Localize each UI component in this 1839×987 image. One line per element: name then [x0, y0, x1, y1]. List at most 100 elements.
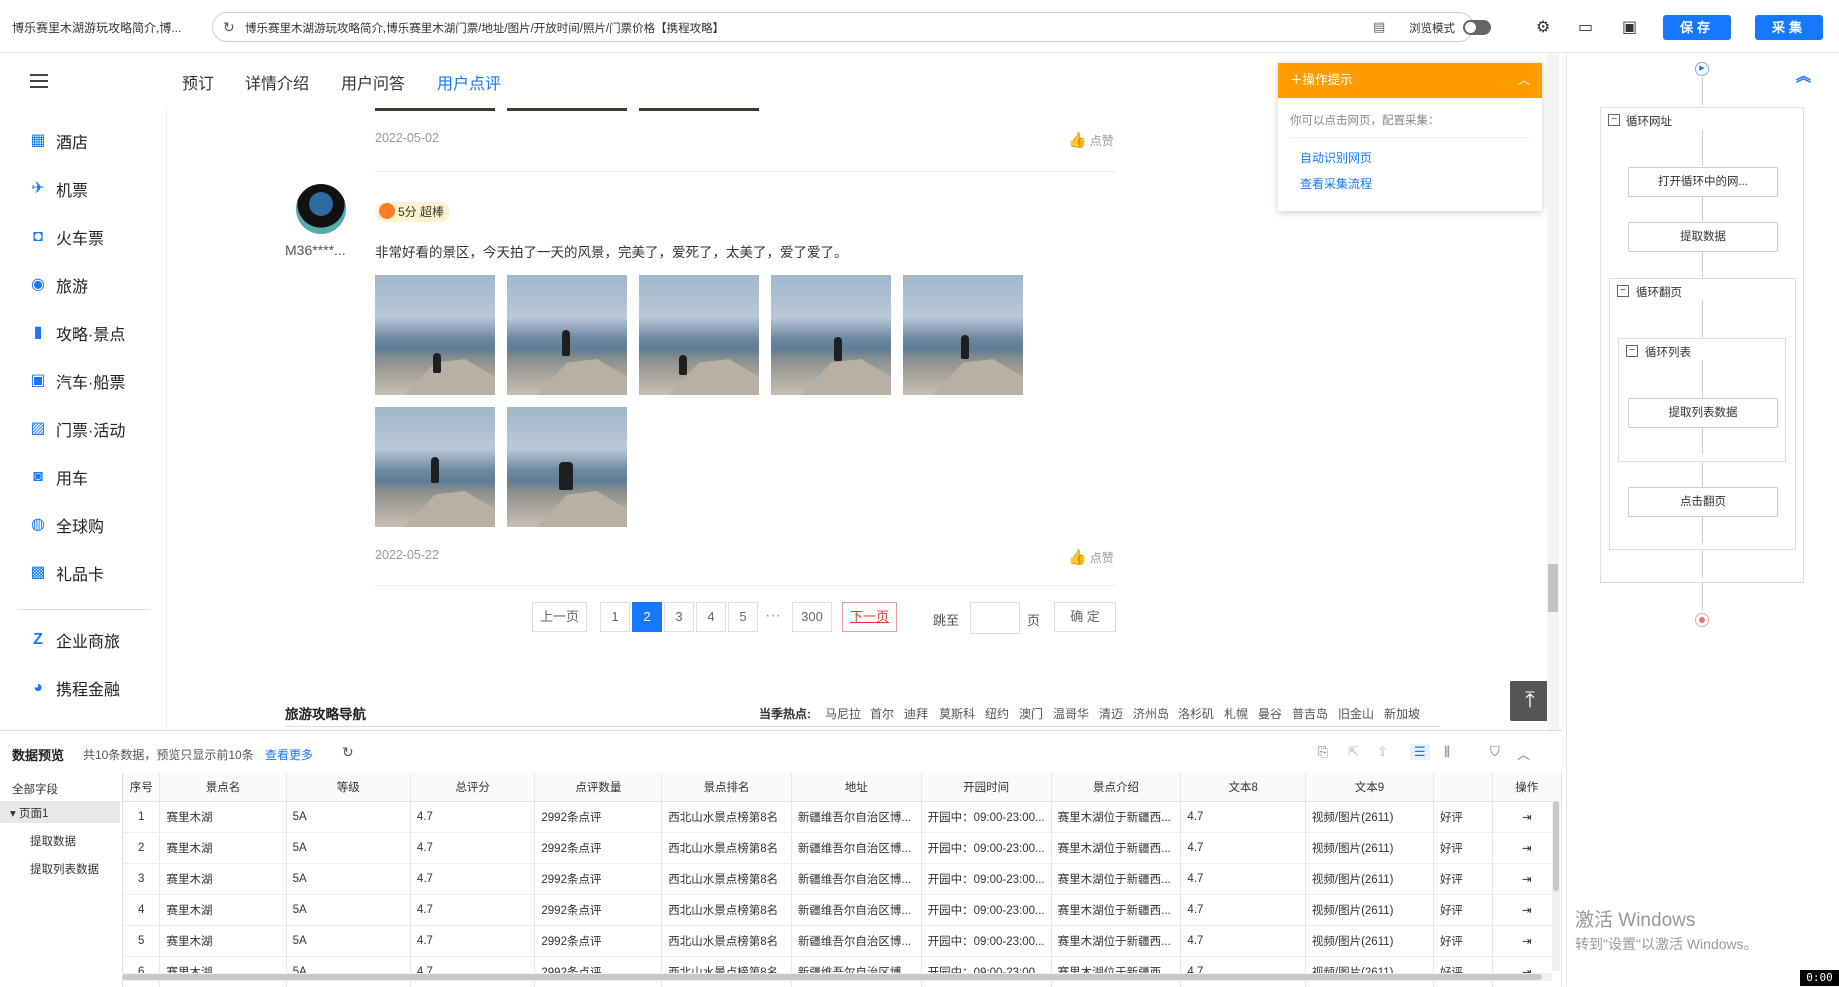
tab-reviews[interactable]: 用户点评: [437, 70, 501, 94]
like-button[interactable]: 👍 点赞: [1068, 131, 1114, 149]
table-cell[interactable]: 4.7: [1180, 832, 1306, 864]
column-header[interactable]: 等级: [286, 773, 411, 802]
filter-icon[interactable]: ⛉: [1490, 744, 1500, 760]
hot-item[interactable]: 清迈: [1099, 705, 1123, 722]
tree-all-fields[interactable]: 全部字段: [12, 781, 58, 797]
table-cell[interactable]: 赛里木湖位于新疆西...: [1051, 894, 1182, 926]
table-cell[interactable]: 好评: [1433, 863, 1493, 895]
column-header[interactable]: 操作: [1492, 773, 1562, 802]
flow-node-extract-list[interactable]: 提取列表数据: [1628, 398, 1778, 428]
table-cell[interactable]: 视频/图片(2611): [1305, 925, 1434, 957]
table-cell[interactable]: 5: [123, 925, 161, 957]
table-cell[interactable]: 西北山水景点榜第8名: [661, 894, 792, 926]
page-button[interactable]: 3: [664, 602, 694, 632]
hot-item[interactable]: 温哥华: [1053, 705, 1089, 722]
table-v-scrollbar[interactable]: [1552, 801, 1560, 971]
tree-extract-list[interactable]: 提取列表数据: [30, 861, 99, 877]
review-photo[interactable]: [639, 275, 759, 395]
table-cell[interactable]: 好评: [1433, 801, 1493, 833]
hot-item[interactable]: 莫斯科: [939, 705, 975, 722]
hot-item[interactable]: 札幌: [1224, 705, 1248, 722]
table-cell[interactable]: 西北山水景点榜第8名: [661, 801, 792, 833]
content-scrollbar[interactable]: [1547, 54, 1559, 730]
view-flow-link[interactable]: 查看采集流程: [1300, 175, 1372, 192]
table-cell[interactable]: 西北山水景点榜第8名: [661, 863, 792, 895]
table-cell[interactable]: 2992条点评: [534, 832, 663, 864]
nav-item-train[interactable]: ◘ 火车票: [28, 225, 104, 249]
table-cell[interactable]: 赛里木湖: [159, 801, 287, 833]
table-cell[interactable]: 赛里木湖: [159, 863, 287, 895]
table-cell[interactable]: 4.7: [410, 894, 536, 926]
table-cell[interactable]: 赛里木湖位于新疆西...: [1051, 801, 1182, 833]
page-button[interactable]: 5: [728, 602, 758, 632]
table-cell[interactable]: 开园中：09:00-23:00...: [921, 894, 1052, 926]
table-cell[interactable]: 赛里木湖: [159, 894, 287, 926]
table-row[interactable]: 6赛里木湖5A4.72992条点评西北山水景点榜第8名新疆维吾尔自治区博...开…: [123, 956, 1562, 987]
hot-item[interactable]: 纽约: [985, 705, 1009, 722]
tips-header[interactable]: ＋操作提示 ︿: [1278, 63, 1542, 98]
table-cell[interactable]: 赛里木湖: [159, 925, 287, 957]
table-cell[interactable]: 好评: [1433, 956, 1493, 987]
hot-item[interactable]: 迪拜: [904, 705, 928, 722]
page-button[interactable]: 4: [696, 602, 726, 632]
column-header[interactable]: 景点介绍: [1051, 773, 1182, 802]
jump-page-input[interactable]: [970, 602, 1020, 634]
collect-button[interactable]: 采集: [1755, 15, 1823, 40]
table-cell[interactable]: 4.7: [1180, 863, 1306, 895]
table-cell[interactable]: 开园中：09:00-23:00...: [921, 801, 1052, 833]
table-cell[interactable]: 好评: [1433, 925, 1493, 957]
page-button-current[interactable]: 2: [632, 602, 662, 632]
review-photo[interactable]: [375, 407, 495, 527]
table-h-scrollbar[interactable]: [122, 973, 1552, 981]
table-cell[interactable]: 好评: [1433, 894, 1493, 926]
nav-item-giftcard[interactable]: ▩ 礼品卡: [28, 561, 104, 585]
collapse-icon[interactable]: −: [1617, 285, 1629, 297]
nav-item-business[interactable]: Z 企业商旅: [28, 628, 120, 652]
scrollbar-thumb[interactable]: [1548, 564, 1558, 612]
table-cell[interactable]: 赛里木湖位于新疆西...: [1051, 925, 1182, 957]
table-cell[interactable]: 5A: [286, 925, 411, 957]
flow-node-extract[interactable]: 提取数据: [1628, 222, 1778, 252]
table-cell[interactable]: 好评: [1433, 832, 1493, 864]
review-photo[interactable]: [507, 407, 627, 527]
flow-node-click-page[interactable]: 点击翻页: [1628, 487, 1778, 517]
table-cell[interactable]: 5A: [286, 832, 411, 864]
table-cell[interactable]: 视频/图片(2611): [1305, 863, 1434, 895]
table-cell[interactable]: 5A: [286, 894, 411, 926]
table-cell[interactable]: 5A: [286, 956, 411, 987]
review-photo[interactable]: [375, 108, 495, 111]
url-text[interactable]: 博乐赛里木湖游玩攻略简介,博乐赛里木湖门票/地址/图片/开放时间/照片/门票价格…: [245, 20, 724, 36]
table-row[interactable]: 5 赛里木湖 5A 4.7 2992条点评 西北山水景点榜第8名 新疆维吾尔自治区博... 开…: [123, 925, 1562, 957]
page-info-icon[interactable]: ▤: [1373, 19, 1385, 35]
table-cell[interactable]: 视频/图片(2611): [1305, 894, 1434, 926]
table-cell[interactable]: 2992条点评: [534, 863, 663, 895]
table-cell[interactable]: 西北山水景点榜第8名: [661, 925, 792, 957]
column-header[interactable]: 点评数量: [534, 773, 663, 802]
table-cell[interactable]: 开园中：09:00-23:00...: [921, 925, 1052, 957]
reload-icon[interactable]: ↻: [223, 19, 239, 35]
table-cell[interactable]: 4.7: [1180, 956, 1306, 987]
chevron-up-icon[interactable]: ︿: [1518, 63, 1530, 98]
table-row[interactable]: 2 赛里木湖 5A 4.7 2992条点评 西北山水景点榜第8名 新疆维吾尔自治区博... 开…: [123, 832, 1562, 864]
nav-item-ticket[interactable]: ▨ 门票·活动: [28, 417, 125, 441]
like-button[interactable]: 👍 点赞: [1068, 548, 1114, 566]
table-cell[interactable]: 新疆维吾尔自治区博...: [791, 956, 922, 987]
play-icon[interactable]: ▶: [1695, 62, 1709, 76]
nav-item-flight[interactable]: ✈ 机票: [28, 177, 88, 201]
table-cell[interactable]: 2992条点评: [534, 894, 663, 926]
export-icon[interactable]: ⎘: [1318, 744, 1328, 760]
nav-item-car[interactable]: ◙ 用车: [28, 465, 88, 489]
nav-item-global[interactable]: ◍ 全球购: [28, 513, 104, 537]
hot-item[interactable]: 曼谷: [1258, 705, 1282, 722]
tab-details[interactable]: 详情介绍: [245, 70, 309, 94]
prev-page-button[interactable]: 上一页: [532, 602, 587, 632]
column-header[interactable]: 景点名: [159, 773, 287, 802]
review-photo[interactable]: [639, 108, 759, 111]
hot-item[interactable]: 马尼拉: [825, 705, 861, 722]
hot-item[interactable]: 济州岛: [1133, 705, 1169, 722]
hot-item[interactable]: 旧金山: [1338, 705, 1374, 722]
column-header[interactable]: 总评分: [410, 773, 536, 802]
table-cell[interactable]: 视频/图片(2611): [1305, 801, 1434, 833]
nav-item-guide[interactable]: ▮ 攻略·景点: [28, 321, 126, 345]
tree-extract[interactable]: 提取数据: [30, 833, 76, 849]
